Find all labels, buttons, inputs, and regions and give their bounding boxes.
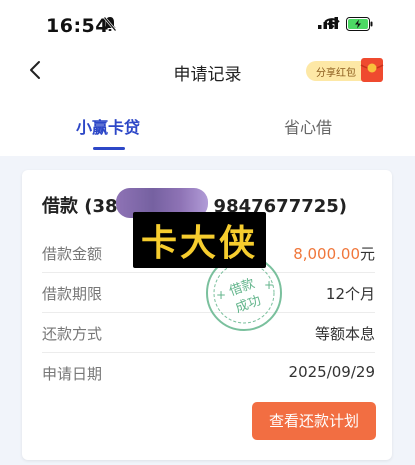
row-label: 申请日期	[42, 365, 103, 383]
row-label: 还款方式	[42, 325, 103, 343]
row-value: 等额本息	[314, 325, 375, 343]
battery-charging-icon	[346, 17, 373, 31]
wifi-icon	[324, 18, 340, 29]
loan-title-prefix: 借款 (38	[42, 196, 118, 217]
row-label: 借款期限	[42, 285, 103, 303]
mute-bell-icon	[103, 16, 117, 32]
row-value: 12个月	[325, 285, 375, 303]
loan-type-tabs: 小赢卡贷 省心借	[0, 96, 415, 156]
tab-shengxin-loan[interactable]: 省心借	[284, 114, 332, 138]
amount-unit: 元	[359, 245, 375, 263]
row-label: 借款金额	[42, 245, 103, 263]
row-apply-date: 申请日期 2025/09/29	[42, 352, 375, 392]
watermark-badge: 卡大侠	[133, 212, 267, 268]
view-repayment-plan-button[interactable]: 查看还款计划	[252, 402, 376, 440]
status-time: 16:54	[46, 15, 109, 37]
svg-text:+: +	[264, 278, 274, 292]
svg-text:+: +	[216, 288, 226, 302]
active-tab-indicator	[93, 147, 125, 150]
tab-xiaoying-card-loan[interactable]: 小赢卡贷	[76, 114, 140, 138]
red-envelope-icon[interactable]	[360, 57, 384, 83]
share-label: 分享红包	[316, 68, 356, 79]
loan-amount-value: 8,000.00	[293, 245, 360, 263]
row-value: 8,000.00元	[293, 243, 375, 264]
nav-bar: 申请记录 分享红包	[0, 46, 415, 96]
row-value: 2025/09/29	[288, 363, 375, 381]
watermark-text: 卡大侠	[141, 223, 259, 264]
status-bar: 16:54	[0, 0, 415, 46]
